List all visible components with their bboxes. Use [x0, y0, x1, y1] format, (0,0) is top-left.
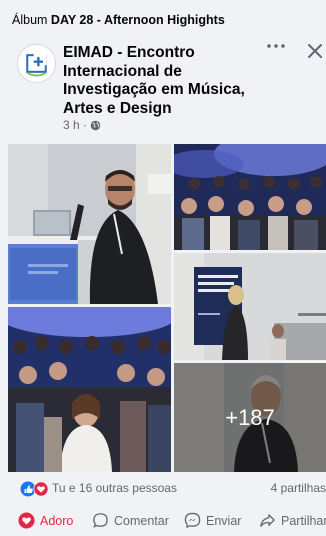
more-photos-count: +187	[225, 404, 275, 430]
shares-count[interactable]: 4 partilhas	[271, 481, 326, 495]
reactions-summary[interactable]: Tu e 16 outras pessoas	[52, 481, 177, 495]
globe-icon	[90, 120, 101, 130]
album-title-line: Álbum DAY 28 - Afternoon Highights	[12, 13, 225, 27]
more-options-icon[interactable]	[264, 42, 288, 58]
comment-icon	[93, 513, 108, 528]
post-header: EIMAD - Encontro Internacional de Invest…	[0, 36, 326, 140]
heart-icon	[18, 512, 35, 529]
page-avatar[interactable]	[17, 44, 56, 83]
album-title[interactable]: DAY 28 - Afternoon Highights	[51, 13, 225, 27]
photo-audience-applause[interactable]	[8, 307, 171, 472]
reactions-bar: Tu e 16 outras pessoas 4 partilhas	[0, 478, 326, 500]
send-button[interactable]: Enviar	[184, 512, 241, 529]
post-actions: Adoro Comentar Enviar Partilhar	[0, 506, 326, 536]
share-icon	[260, 514, 275, 527]
comment-button[interactable]: Comentar	[92, 512, 169, 529]
page-name[interactable]: EIMAD - Encontro Internacional de Invest…	[63, 44, 263, 118]
photo-grid: +187	[8, 144, 326, 472]
close-icon[interactable]	[306, 42, 324, 60]
album-prefix: Álbum	[12, 13, 48, 27]
photo-speaker-podium[interactable]	[8, 144, 171, 304]
comment-label: Comentar	[114, 513, 169, 528]
reaction-icons[interactable]	[20, 481, 50, 497]
post-time[interactable]: 3 h ·	[63, 118, 87, 132]
more-photos-overlay[interactable]: +187	[174, 363, 326, 472]
messenger-icon	[184, 512, 201, 529]
photo-presenter-screen[interactable]	[174, 253, 326, 360]
photo-audience-blue[interactable]	[174, 144, 326, 250]
post-meta: 3 h ·	[63, 118, 101, 132]
send-label: Enviar	[206, 513, 242, 528]
share-label: Partilhar	[281, 513, 326, 528]
share-button[interactable]: Partilhar	[259, 512, 326, 529]
photo-more[interactable]: +187	[174, 363, 326, 472]
love-label: Adoro	[40, 513, 74, 528]
love-button[interactable]: Adoro	[18, 512, 73, 529]
love-reaction-icon	[33, 481, 49, 497]
like-reaction-icon	[20, 481, 36, 497]
